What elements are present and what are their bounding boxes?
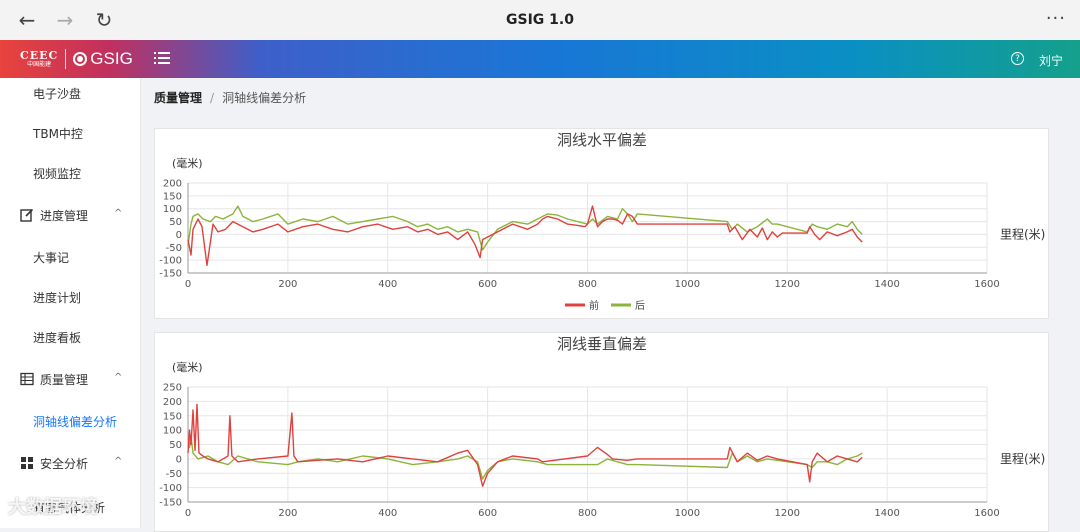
x-tick-label: 200 (278, 508, 297, 519)
sidebar-item-milestones[interactable]: 大事记 (0, 238, 140, 278)
x-tick-label: 1400 (874, 508, 899, 519)
breadcrumb: 质量管理 / 洞轴线偏差分析 (154, 89, 306, 106)
y-tick-label: -100 (159, 256, 182, 267)
chevron-up-icon[interactable]: ^ (114, 208, 122, 219)
edit-icon (20, 208, 34, 222)
y-tick-label: -100 (159, 483, 182, 494)
sidebar-item-label: 洞轴线偏差分析 (33, 415, 118, 429)
x-tick-label: 1000 (675, 508, 700, 519)
sidebar-group-quality[interactable]: 质量管理 ^ (0, 360, 140, 400)
sidebar-group-label: 安全分析 (40, 457, 89, 471)
y-tick-label: 200 (163, 179, 182, 190)
x-tick-label: 1400 (874, 279, 899, 290)
window-title: GSIG 1.0 (506, 12, 574, 28)
y-tick-label: 250 (163, 383, 182, 394)
series-line-0 (187, 403, 863, 487)
y-tick-label: 0 (176, 230, 182, 241)
y-tick-label: 0 (176, 454, 182, 465)
x-tick-label: 400 (378, 508, 397, 519)
app-logo[interactable]: CEEC 中国能建 GSIG (20, 48, 133, 70)
sidebar-group-label: 质量管理 (40, 373, 89, 387)
sidebar: 电子沙盘 TBM中控 视频监控 进度管理 ^ 大事记 进度计划 进度看板 质量管… (0, 78, 141, 528)
x-tick-label: 1000 (675, 279, 700, 290)
sidebar-item-tbm-control[interactable]: TBM中控 (0, 114, 140, 154)
y-axis-label: (毫米) (172, 360, 203, 374)
chevron-up-icon[interactable]: ^ (114, 372, 122, 383)
sidebar-item-progress-board[interactable]: 进度看板 (0, 318, 140, 358)
help-icon[interactable]: ? (1011, 52, 1024, 65)
y-tick-label: 100 (163, 426, 182, 437)
x-tick-label: 1600 (974, 279, 999, 290)
vertical-deviation-panel: 洞线垂直偏差 (毫米) 里程(米) 250 200 150 100 50 0 -50 -100 -15… (154, 332, 1049, 532)
sidebar-item-label: 视频监控 (33, 167, 82, 181)
x-tick-label: 1200 (775, 508, 800, 519)
more-options-icon[interactable]: ··· (1046, 8, 1066, 29)
y-tick-label: -50 (166, 243, 182, 254)
horizontal-deviation-panel: 洞线水平偏差 (毫米) 里程(米) 200 150 100 50 0 -50 -100 -150 0 2… (154, 128, 1049, 319)
x-tick-label: 600 (478, 279, 497, 290)
app-header: CEEC 中国能建 GSIG ? 刘宁 (0, 40, 1080, 78)
logo-bottom-text: 中国能建 (27, 61, 52, 68)
breadcrumb-parent[interactable]: 质量管理 (154, 91, 202, 105)
chart-title: 洞线垂直偏差 (557, 335, 647, 353)
sidebar-item-label: TBM中控 (33, 127, 83, 141)
sidebar-item-label: 进度看板 (33, 331, 82, 345)
ceec-logo: CEEC 中国能建 (20, 50, 58, 68)
x-axis-label: 里程(米) (1000, 451, 1045, 466)
y-tick-label: -150 (159, 498, 182, 509)
sidebar-item-axis-deviation[interactable]: 洞轴线偏差分析 (0, 402, 140, 442)
sidebar-item-sand-table[interactable]: 电子沙盘 (0, 74, 140, 114)
x-tick-label: 0 (185, 279, 191, 290)
x-tick-label: 600 (478, 508, 497, 519)
y-tick-label: 50 (169, 440, 182, 451)
breadcrumb-current: 洞轴线偏差分析 (222, 91, 307, 105)
x-axis-label: 里程(米) (1000, 226, 1045, 241)
chart-title: 洞线水平偏差 (557, 131, 647, 149)
y-tick-label: 150 (163, 191, 182, 202)
y-tick-label: 200 (163, 397, 182, 408)
logo-divider (65, 49, 67, 69)
x-tick-label: 200 (278, 279, 297, 290)
legend-label: 前 (589, 299, 599, 312)
sidebar-item-label: 电子沙盘 (33, 87, 82, 101)
browser-titlebar: ← → ↻ GSIG 1.0 ··· (0, 0, 1080, 41)
user-name[interactable]: 刘宁 (1039, 52, 1063, 69)
y-tick-label: 150 (163, 411, 182, 422)
sidebar-item-label: 进度计划 (33, 291, 82, 305)
table-icon (20, 372, 34, 386)
x-tick-label: 800 (578, 508, 597, 519)
sidebar-item-progress-plan[interactable]: 进度计划 (0, 278, 140, 318)
logo-top-text: CEEC (20, 49, 59, 62)
gsig-logo-text: GSIG (90, 49, 133, 68)
sidebar-group-label: 进度管理 (40, 209, 89, 223)
sidebar-group-safety[interactable]: 安全分析 ^ (0, 444, 140, 484)
sidebar-item-video-monitor[interactable]: 视频监控 (0, 154, 140, 194)
horizontal-deviation-chart: 洞线水平偏差(毫米)里程(米)200150100500-50-100-1500 2… (159, 131, 1045, 312)
y-tick-label: -50 (166, 469, 182, 480)
chevron-up-icon[interactable]: ^ (114, 456, 122, 467)
y-tick-label: -150 (159, 269, 182, 280)
gsig-logo-icon (73, 52, 88, 66)
y-axis-label: (毫米) (172, 156, 203, 170)
x-tick-label: 1200 (775, 279, 800, 290)
menu-toggle-icon[interactable] (154, 50, 170, 66)
y-tick-label: 50 (169, 217, 182, 228)
x-tick-label: 0 (185, 508, 191, 519)
series-line-0 (187, 205, 863, 266)
legend-label: 后 (635, 300, 645, 312)
x-tick-label: 800 (578, 279, 597, 290)
x-tick-label: 400 (378, 279, 397, 290)
y-tick-label: 100 (163, 204, 182, 215)
grid-icon (21, 457, 33, 469)
sidebar-group-progress[interactable]: 进度管理 ^ (0, 196, 140, 236)
x-tick-label: 1600 (974, 508, 999, 519)
sidebar-item-label: 大事记 (33, 251, 70, 265)
vertical-deviation-chart: 洞线垂直偏差 (毫米) 里程(米) 250 200 150 100 50 0 -50 -100 -15… (159, 335, 1045, 519)
watermark: 大数据环境 (8, 497, 98, 518)
breadcrumb-separator: / (210, 91, 215, 105)
